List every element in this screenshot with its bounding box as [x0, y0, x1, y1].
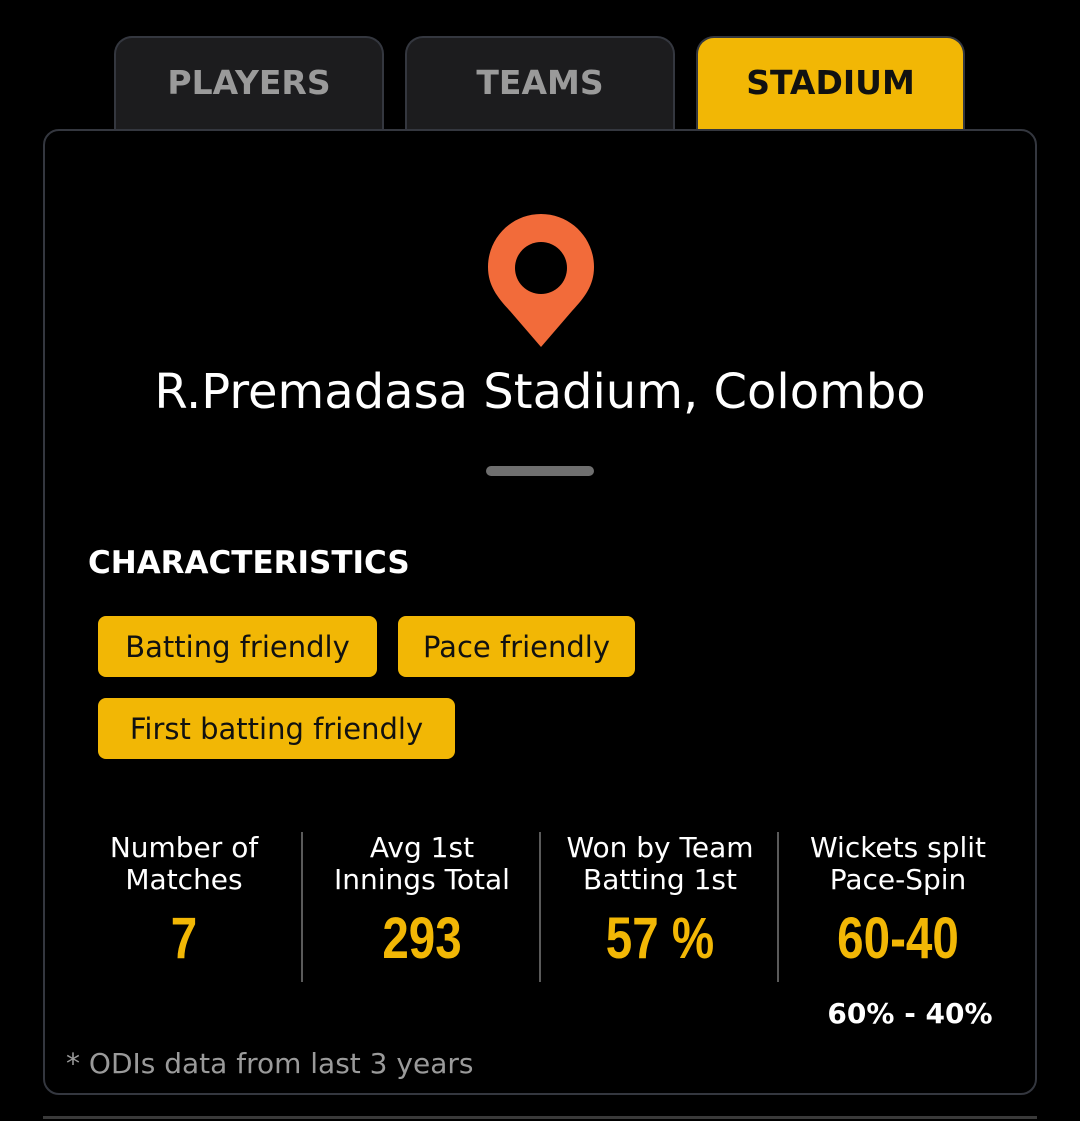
tab-teams[interactable]: TEAMS [405, 36, 675, 130]
stat-separator [777, 832, 779, 982]
tab-players[interactable]: PLAYERS [114, 36, 384, 130]
stadium-name: R.Premadasa Stadium, Colombo [154, 364, 926, 420]
location-pin-icon [488, 214, 594, 347]
characteristics-heading: CHARACTERISTICS [88, 545, 410, 581]
wickets-split-percentage: 60% - 40% [827, 997, 993, 1030]
data-footnote: * ODIs data from last 3 years [66, 1047, 474, 1080]
stat-value: 60-40 [837, 906, 959, 971]
stat-number-of-matches: Number of Matches 7 [66, 832, 302, 982]
bottom-divider [43, 1116, 1037, 1119]
stat-label: Won by Team Batting 1st [566, 831, 754, 896]
stat-label: Avg 1st Innings Total [334, 831, 510, 896]
stat-label: Number of Matches [109, 831, 259, 896]
divider-handle [486, 466, 594, 476]
stat-won-batting-first: Won by Team Batting 1st 57 % [542, 832, 778, 982]
stat-avg-first-innings: Avg 1st Innings Total 293 [304, 832, 540, 982]
stat-value: 293 [382, 906, 462, 971]
stat-value: 57 % [605, 906, 715, 971]
tab-stadium[interactable]: STADIUM [696, 36, 965, 130]
tag-batting-friendly: Batting friendly [98, 616, 377, 677]
tag-first-batting-friendly: First batting friendly [98, 698, 455, 759]
stat-wickets-split: Wickets split Pace-Spin 60-40 [780, 832, 1016, 982]
tag-pace-friendly: Pace friendly [398, 616, 635, 677]
stat-separator [301, 832, 303, 982]
stat-value: 7 [170, 906, 198, 971]
stat-separator [539, 832, 541, 982]
stat-label: Wickets split Pace-Spin [809, 831, 987, 896]
